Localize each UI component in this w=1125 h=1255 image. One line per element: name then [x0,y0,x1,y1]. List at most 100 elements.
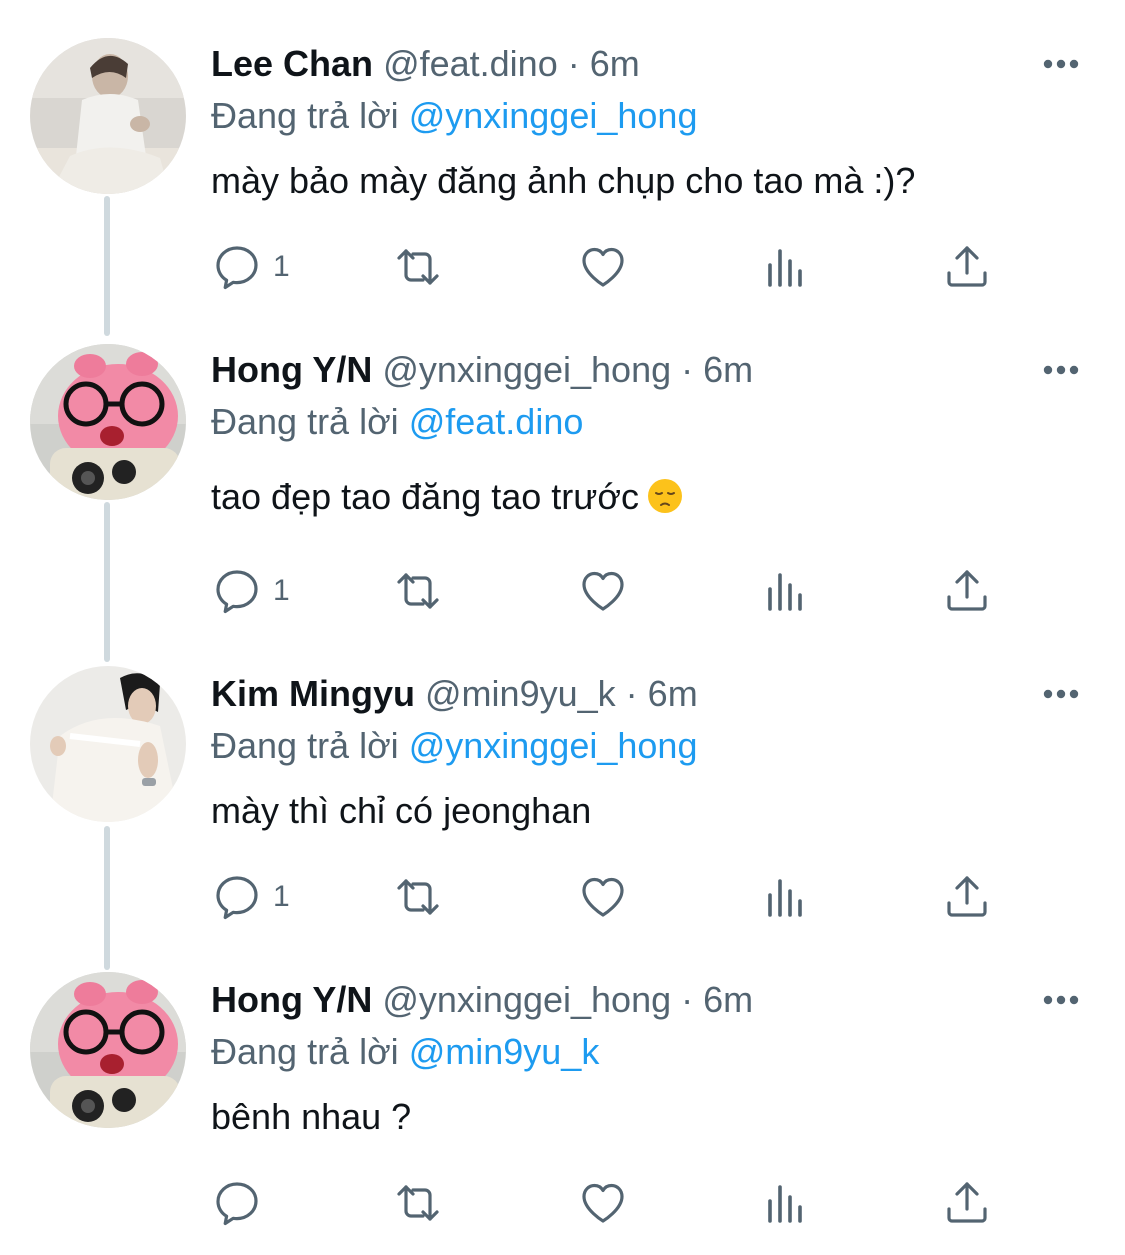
analytics-icon [768,1185,802,1223]
analytics-icon [768,879,802,917]
replying-to: Đang trả lời @ynxinggei_hong [211,94,697,138]
retweet-icon [397,249,439,285]
display-name[interactable]: Kim Mingyu [211,673,415,714]
timestamp[interactable]: 6m [590,43,640,84]
analytics-icon [768,573,802,611]
action-bar: 1 [0,869,1125,925]
analytics-icon [768,249,802,287]
more-horizontal-icon [1043,365,1079,375]
views-button[interactable] [762,1175,810,1231]
tweet[interactable]: Lee Chan @feat.dino · 6m Đang trả lời @y… [0,0,1125,330]
tweet[interactable]: Hong Y/N @ynxinggei_hong · 6m Đang trả l… [0,330,1125,650]
user-handle[interactable]: @ynxinggei_hong [382,349,671,390]
more-options-button[interactable] [1041,350,1081,390]
reply-icon [216,246,258,290]
separator-dot: · [681,349,694,390]
tweet-header: Kim Mingyu @min9yu_k · 6m [211,672,698,716]
tweet-text: mày thì chỉ có jeonghan [211,790,592,831]
avatar-photo-kim-mingyu [30,666,186,822]
heart-icon [582,1183,624,1223]
avatar-photo-hong-yn [30,972,186,1128]
tweet-text: bênh nhau ? [211,1096,412,1137]
avatar[interactable] [30,38,186,194]
separator-dot: · [625,673,638,714]
retweet-button[interactable] [394,1175,442,1231]
heart-icon [582,571,624,611]
tweet-header: Hong Y/N @ynxinggei_hong · 6m [211,348,753,392]
reply-icon [216,570,258,614]
replying-to-handle[interactable]: @ynxinggei_hong [409,725,698,766]
share-icon [947,1182,987,1223]
replying-to: Đang trả lời @feat.dino [211,400,583,444]
reply-icon [216,876,258,920]
retweet-button[interactable] [394,563,442,619]
reply-count: 1 [273,250,290,283]
retweet-icon [397,1185,439,1221]
display-name[interactable]: Hong Y/N [211,349,372,390]
tweet-text-content: tao đẹp tao đăng tao trước [211,476,639,517]
replying-to-label: Đang trả lời [211,725,399,766]
reply-count: 1 [273,880,290,913]
more-options-button[interactable] [1041,980,1081,1020]
like-button[interactable] [579,563,627,619]
retweet-button[interactable] [394,869,442,925]
replying-to-label: Đang trả lời [211,1031,399,1072]
replying-to: Đang trả lời @ynxinggei_hong [211,724,697,768]
more-horizontal-icon [1043,995,1079,1005]
timestamp[interactable]: 6m [648,673,698,714]
retweet-icon [397,573,439,609]
like-button[interactable] [579,1175,627,1231]
share-button[interactable] [943,239,991,295]
timestamp[interactable]: 6m [703,979,753,1020]
pensive-face-emoji-icon [648,479,682,513]
avatar-photo-lee-chan [30,38,186,194]
views-button[interactable] [762,563,810,619]
more-options-button[interactable] [1041,674,1081,714]
action-bar: 1 [0,239,1125,295]
action-bar [0,1175,1125,1231]
reply-button[interactable]: 1 [213,239,290,295]
user-handle[interactable]: @feat.dino [383,43,558,84]
user-handle[interactable]: @ynxinggei_hong [382,979,671,1020]
retweet-icon [397,879,439,915]
like-button[interactable] [579,869,627,925]
more-horizontal-icon [1043,59,1079,69]
more-options-button[interactable] [1041,44,1081,84]
reply-button[interactable] [213,1175,273,1231]
views-button[interactable] [762,869,810,925]
replying-to-handle[interactable]: @feat.dino [409,401,584,442]
reply-icon [216,1182,258,1226]
separator-dot: · [567,43,580,84]
share-icon [947,570,987,611]
tweet[interactable]: Kim Mingyu @min9yu_k · 6m Đang trả lời @… [0,650,1125,960]
replying-to-handle[interactable]: @min9yu_k [409,1031,600,1072]
reply-thread: Lee Chan @feat.dino · 6m Đang trả lời @y… [0,0,1125,1255]
more-horizontal-icon [1043,689,1079,699]
views-button[interactable] [762,239,810,295]
tweet-header: Hong Y/N @ynxinggei_hong · 6m [211,978,753,1022]
like-button[interactable] [579,239,627,295]
reply-button[interactable]: 1 [213,869,290,925]
tweet-text: mày bảo mày đăng ảnh chụp cho tao mà :)? [211,160,916,201]
share-button[interactable] [943,563,991,619]
share-button[interactable] [943,1175,991,1231]
display-name[interactable]: Hong Y/N [211,979,372,1020]
tweet[interactable]: Hong Y/N @ynxinggei_hong · 6m Đang trả l… [0,960,1125,1255]
share-icon [947,246,987,287]
share-button[interactable] [943,869,991,925]
separator-dot: · [681,979,694,1020]
avatar[interactable] [30,344,186,500]
replying-to-handle[interactable]: @ynxinggei_hong [409,95,698,136]
reply-button[interactable]: 1 [213,563,290,619]
retweet-button[interactable] [394,239,442,295]
heart-icon [582,877,624,917]
display-name[interactable]: Lee Chan [211,43,373,84]
replying-to-label: Đang trả lời [211,401,399,442]
heart-icon [582,247,624,287]
tweet-header: Lee Chan @feat.dino · 6m [211,42,640,86]
user-handle[interactable]: @min9yu_k [425,673,616,714]
timestamp[interactable]: 6m [703,349,753,390]
replying-to-label: Đang trả lời [211,95,399,136]
avatar[interactable] [30,666,186,822]
avatar[interactable] [30,972,186,1128]
